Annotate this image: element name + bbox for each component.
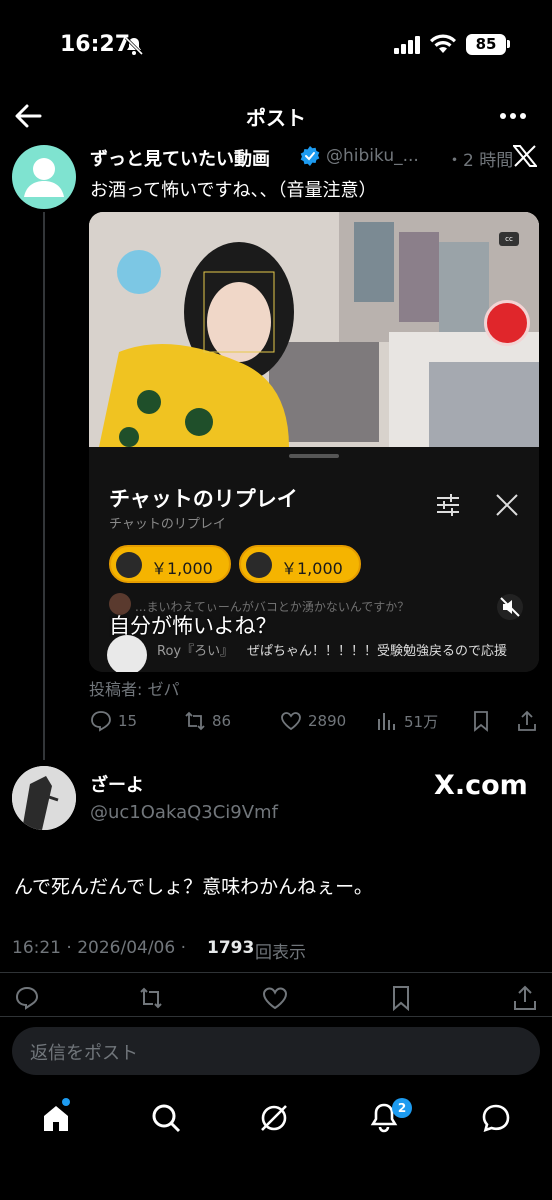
grok-icon[interactable] [258,1102,290,1134]
search-icon[interactable] [150,1102,182,1134]
views-bar-icon [378,713,395,730]
avatar [116,552,142,578]
reply-handle: @uc1OakaQ3Ci9Vmf [90,802,278,823]
reply-action[interactable]: 15 [90,710,137,732]
post-author-name[interactable]: ずっと見ていたい動画 [90,145,270,171]
filter-sliders-icon[interactable] [435,493,461,517]
bookmark-action[interactable] [470,710,492,732]
cellular-signal-icon [394,36,420,54]
views-count: 51万 [404,712,439,731]
view-count: 1793 [207,938,255,958]
share-icon [518,710,536,731]
mute-icon[interactable] [497,594,523,620]
default-avatar-icon [24,158,64,197]
close-icon[interactable] [495,493,519,517]
video-scene-image [89,212,539,447]
x-com-brand: X.com [434,770,528,801]
video-thumbnail[interactable]: cc [89,212,539,447]
post-timestamp: 16:21 · 2026/04/06 · [12,938,186,958]
post-text: お酒って怖いですね、、（音量注意） [90,180,377,201]
thread-connector-line [43,212,45,760]
bell-off-icon [124,36,144,56]
notifications-badge: 2 [392,1098,412,1118]
status-time: 16:27 [60,32,131,57]
closed-captions-icon[interactable]: cc [499,232,519,246]
share-action[interactable] [516,710,538,732]
heart-icon [281,712,301,731]
record-button[interactable] [484,300,530,346]
view-count-label: 回表示 [255,943,306,963]
page-title: ポスト [246,106,306,130]
reply-author-name[interactable]: ざーよ [90,771,144,797]
chat-replay-panel: チャットのリプレイ チャットのリプレイ ￥1,000 ￥1,000 ...まいわ… [89,447,539,672]
repost-icon [185,711,205,731]
chat-author-name: Roy『ろい』 [157,644,234,659]
like-count: 2890 [308,712,347,730]
views-action[interactable]: 51万 [376,710,438,732]
drag-handle[interactable] [289,454,339,458]
avatar[interactable] [12,145,76,209]
reply-icon [91,711,111,732]
superchat-amount: ￥1,000 [281,559,343,578]
reply-input-placeholder: 返信をポスト [30,1043,138,1064]
post-time: ・2 時間 [446,151,514,171]
home-unread-dot [62,1098,70,1106]
superchat-chip[interactable]: ￥1,000 [239,545,361,583]
like-action[interactable]: 2890 [280,710,346,732]
reply-count: 15 [118,712,138,730]
chat-replay-title: チャットのリプレイ [109,487,298,511]
avatar[interactable] [12,766,76,830]
avatar-image [12,766,76,830]
messages-icon[interactable] [480,1102,512,1134]
divider [0,1016,552,1017]
superchat-chip[interactable]: ￥1,000 [109,545,231,583]
chat-message: ぜぱちゃん！！！！！受験勉強戻るので応援 [247,644,508,659]
reply-text: んで死んだんでしょ？意味わかんねぇー。 [14,876,373,898]
bookmark-icon [474,711,488,732]
reply-icon[interactable] [14,985,40,1011]
wifi-icon [430,34,456,53]
repost-icon[interactable] [138,985,164,1011]
avatar [246,552,272,578]
superchat-amount: ￥1,000 [151,559,213,578]
share-icon[interactable] [512,985,538,1011]
repost-count: 86 [212,712,232,730]
bookmark-icon[interactable] [388,985,414,1011]
divider [0,972,552,973]
more-options-icon[interactable] [498,106,528,126]
contributor-label: 投稿者: ゼパ [89,680,180,699]
verified-badge-icon [300,146,320,166]
chat-replay-subtitle: チャットのリプレイ [109,517,226,532]
home-icon[interactable] [40,1102,72,1134]
repost-action[interactable]: 86 [184,710,231,732]
embedded-video-card[interactable]: cc チャットのリプレイ チャットのリプレイ ￥1,000 ￥1,000 ...… [89,212,539,672]
heart-icon[interactable] [262,985,288,1011]
battery-indicator: 85 [466,34,506,55]
avatar [107,635,147,672]
x-logo-icon [513,145,537,167]
post-handle: @hibiku_... [326,146,419,166]
battery-tip [507,40,510,48]
